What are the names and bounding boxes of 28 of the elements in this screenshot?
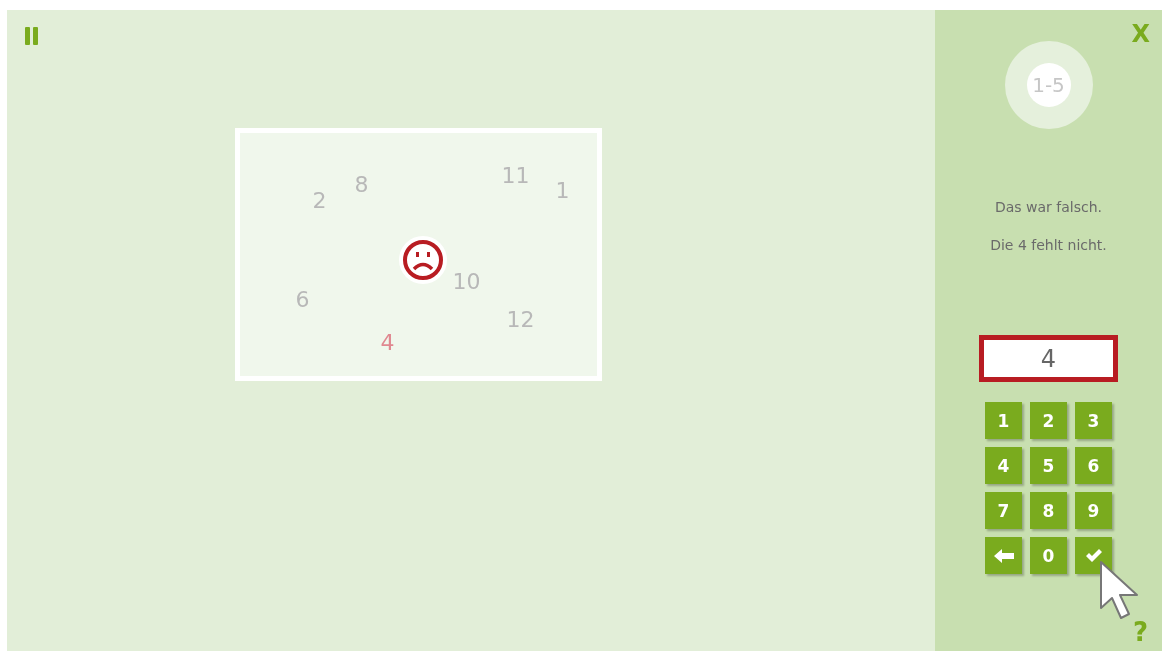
- number-label: 2: [312, 190, 327, 212]
- pause-icon[interactable]: [25, 27, 39, 45]
- number-label: 4: [380, 332, 395, 354]
- number-label: 6: [295, 289, 310, 311]
- digit-key[interactable]: 9: [1075, 492, 1112, 529]
- checkmark-icon: [1084, 548, 1103, 563]
- digit-key[interactable]: 7: [985, 492, 1022, 529]
- progress-label: 1-5: [1026, 63, 1071, 107]
- left-arrow-icon: [993, 548, 1014, 563]
- number-label: 11: [501, 165, 530, 187]
- number-label: 8: [354, 174, 369, 196]
- digit-key[interactable]: 6: [1075, 447, 1112, 484]
- number-label: 1: [555, 180, 570, 202]
- backspace-button[interactable]: [985, 537, 1022, 574]
- digit-key[interactable]: 2: [1030, 402, 1067, 439]
- digit-key[interactable]: 3: [1075, 402, 1112, 439]
- digit-key[interactable]: 1: [985, 402, 1022, 439]
- feedback-text: Die 4 fehlt nicht.: [990, 237, 1107, 253]
- number-label: 10: [452, 271, 481, 293]
- feedback-text: Das war falsch.: [994, 199, 1103, 215]
- help-button[interactable]: ?: [1132, 619, 1148, 645]
- digit-key[interactable]: 8: [1030, 492, 1067, 529]
- digit-key[interactable]: 0: [1030, 537, 1067, 574]
- number-label: 12: [506, 309, 535, 331]
- digit-key[interactable]: 4: [985, 447, 1022, 484]
- answer-field[interactable]: 4: [979, 335, 1118, 382]
- digit-key[interactable]: 5: [1030, 447, 1067, 484]
- close-button[interactable]: X: [1131, 22, 1150, 46]
